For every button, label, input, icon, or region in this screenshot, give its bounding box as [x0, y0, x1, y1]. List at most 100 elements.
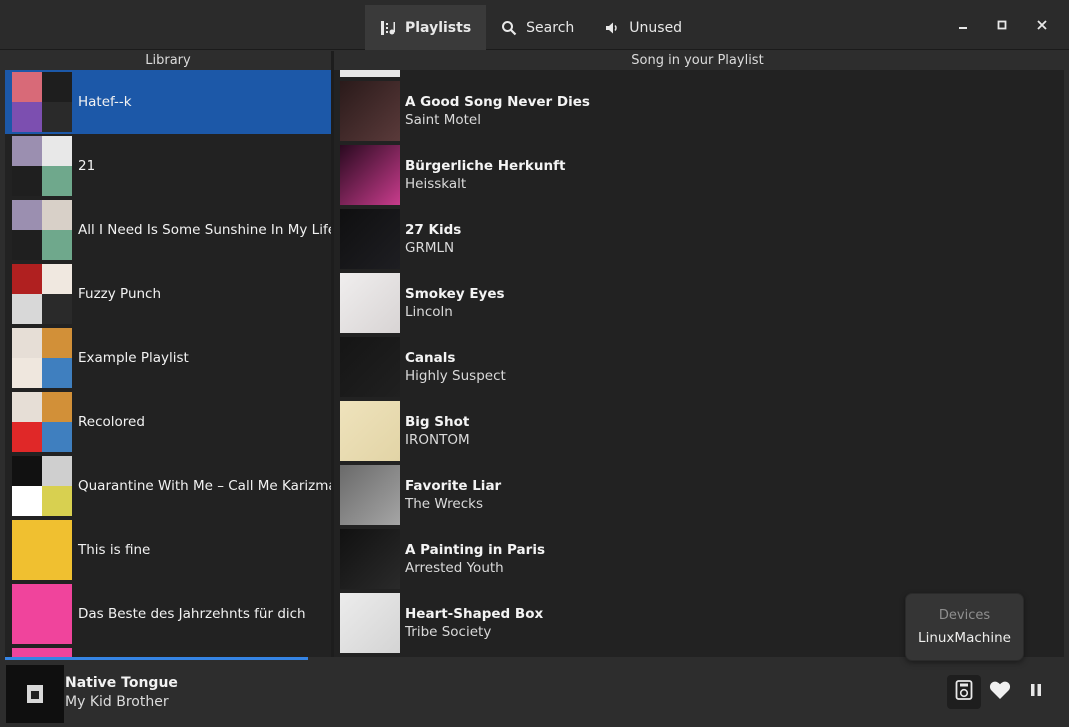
song-artist: Saint Motel: [405, 112, 481, 128]
playlist-item[interactable]: This is fine: [5, 518, 331, 582]
playlists-icon: [380, 20, 396, 36]
now-playing-title: Native Tongue: [65, 675, 178, 691]
playlist-cover: [12, 72, 72, 132]
song-row[interactable]: A Painting in Paris Arrested Youth: [334, 527, 545, 591]
song-cover: [340, 401, 400, 461]
playlist-item[interactable]: Hatef--k: [5, 70, 331, 134]
song-row[interactable]: 27 Kids GRMLN: [334, 207, 461, 271]
song-title: 27 Kids: [405, 222, 462, 238]
maximize-icon: [997, 19, 1007, 34]
minimize-icon: [958, 19, 968, 34]
song-artist: The Wrecks: [405, 496, 483, 512]
cover-tile: [12, 456, 42, 486]
song-row[interactable]: Bürgerliche Herkunft Heisskalt: [334, 143, 565, 207]
minimize-button[interactable]: [951, 14, 975, 38]
song-row[interactable]: Big Shot IRONTOM: [334, 399, 470, 463]
device-item[interactable]: LinuxMachine: [906, 630, 1023, 646]
playlist-cover: [12, 328, 72, 388]
song-cover: [340, 81, 400, 141]
cover-tile: [42, 648, 72, 657]
cover-tile: [42, 72, 72, 102]
cover-tile: [42, 422, 72, 452]
playlist-cover: [12, 136, 72, 196]
tab-unused-label: Unused: [629, 19, 683, 36]
song-row[interactable]: Canals Highly Suspect: [334, 335, 506, 399]
like-button[interactable]: [983, 675, 1017, 709]
playlist-item[interactable]: Recolored: [5, 390, 331, 454]
cover-tile: [42, 520, 72, 550]
cover-tile: [42, 358, 72, 388]
tab-unused[interactable]: Unused: [589, 5, 697, 50]
playlist-cover: [12, 520, 72, 580]
search-icon: [501, 20, 517, 36]
playlist-item[interactable]: All I Need Is Some Sunshine In My Life: [5, 198, 331, 262]
close-icon: [1037, 19, 1047, 34]
cover-tile: [42, 102, 72, 132]
maximize-button[interactable]: [990, 14, 1014, 38]
cover-tile: [12, 328, 42, 358]
playlist-cover: [12, 456, 72, 516]
cover-tile: [42, 230, 72, 260]
pause-icon: [1029, 683, 1043, 701]
cover-tile: [42, 166, 72, 196]
cover-tile: [12, 264, 42, 294]
song-title: Heart-Shaped Box: [405, 606, 544, 622]
library-header: Library: [5, 51, 331, 70]
cover-tile: [12, 136, 42, 166]
cover-tile: [12, 614, 42, 644]
playlist-item[interactable]: Quarantine With Me – Call Me Karizma: [5, 454, 331, 518]
song-title: Canals: [405, 350, 456, 366]
cover-tile: [12, 486, 42, 516]
song-row[interactable]: [334, 70, 405, 79]
playlist-cover: [12, 392, 72, 452]
now-playing-artist: My Kid Brother: [65, 694, 169, 710]
song-row[interactable]: Favorite Liar The Wrecks: [334, 463, 501, 527]
playlist-item[interactable]: Example Playlist: [5, 326, 331, 390]
song-list[interactable]: A Good Song Never Dies Saint Motel Bürgerl…: [334, 70, 1064, 657]
cover-tile: [42, 614, 72, 644]
cover-tile: [42, 486, 72, 516]
tab-search-label: Search: [526, 19, 575, 36]
pause-button[interactable]: [1019, 675, 1053, 709]
song-title: Favorite Liar: [405, 478, 502, 494]
playlist-name: Das Beste des Jahrzehnts für dich: [78, 606, 306, 622]
cover-tile: [12, 520, 42, 550]
devices-icon: [955, 680, 973, 704]
library-list[interactable]: Hatef--k 21 All I Need Is Some Sunshine In…: [5, 70, 331, 657]
song-artist: Tribe Society: [405, 624, 492, 640]
playlist-name: Hatef--k: [78, 94, 132, 110]
playlist-cover: [12, 584, 72, 644]
cover-tile: [42, 294, 72, 324]
song-row[interactable]: Smokey Eyes Lincoln: [334, 271, 505, 335]
cover-tile: [12, 166, 42, 196]
song-cover: [340, 593, 400, 653]
song-row[interactable]: Heart-Shaped Box Tribe Society: [334, 591, 543, 655]
cover-tile: [12, 294, 42, 324]
song-cover: [340, 337, 400, 397]
tab-search[interactable]: Search: [486, 5, 589, 50]
playlist-name: 21: [78, 158, 96, 174]
close-button[interactable]: [1030, 14, 1054, 38]
cover-tile: [42, 550, 72, 580]
view-switcher: Playlists Search Unused: [365, 5, 697, 50]
player-bar: Native Tongue My Kid Brother: [0, 660, 1069, 727]
playlist-cover: [12, 264, 72, 324]
playlist-name: Example Playlist: [78, 350, 189, 366]
playlist-item[interactable]: Fuzzy Punch: [5, 262, 331, 326]
playlist-item[interactable]: [5, 646, 331, 657]
cover-tile: [12, 550, 42, 580]
playlist-name: All I Need Is Some Sunshine In My Life: [78, 222, 331, 238]
speaker-icon: [604, 20, 620, 36]
playlist-name: Recolored: [78, 414, 145, 430]
cover-tile: [12, 648, 42, 657]
song-cover: [340, 145, 400, 205]
song-row[interactable]: A Good Song Never Dies Saint Motel: [334, 79, 590, 143]
header-bar: Playlists Search Unused: [0, 0, 1069, 50]
cover-tile: [42, 328, 72, 358]
devices-button[interactable]: [947, 675, 981, 709]
cover-tile: [12, 392, 42, 422]
playlist-item[interactable]: Das Beste des Jahrzehnts für dich: [5, 582, 331, 646]
cover-tile: [12, 584, 42, 614]
playlist-item[interactable]: 21: [5, 134, 331, 198]
tab-playlists[interactable]: Playlists: [365, 5, 487, 50]
